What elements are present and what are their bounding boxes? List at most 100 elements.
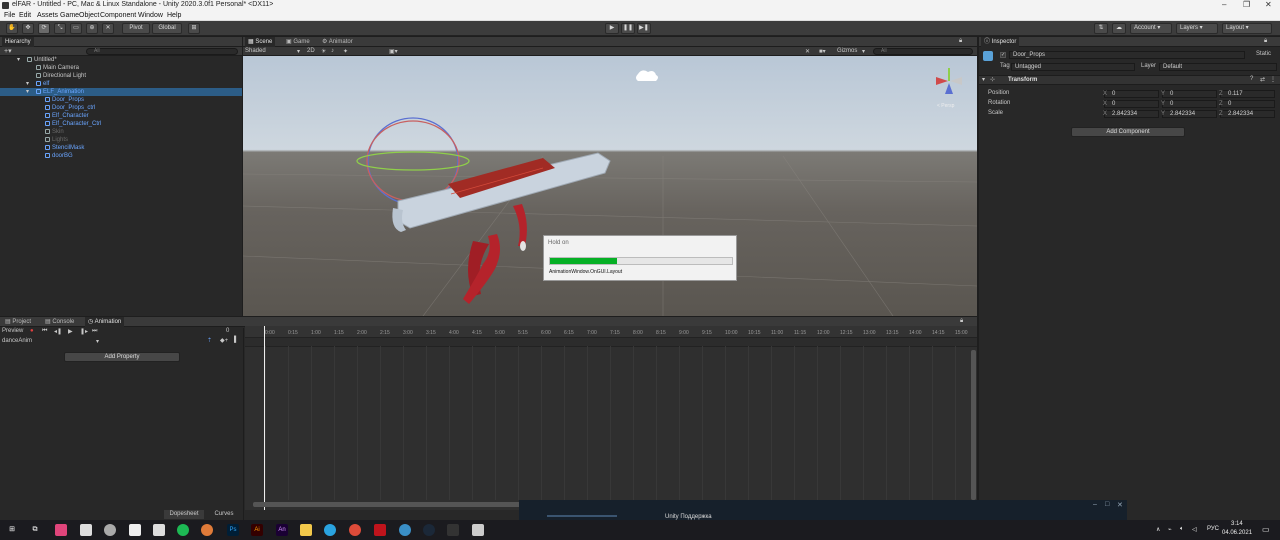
lighting-toggle-icon[interactable]: ☀ — [321, 48, 326, 55]
menu-file[interactable]: File — [4, 12, 15, 19]
play-anim-icon[interactable]: ▶ — [68, 328, 73, 335]
curves-tab[interactable]: Curves — [206, 510, 242, 519]
cloud-icon[interactable]: ☁ — [1112, 23, 1126, 34]
transform-y-field[interactable]: Y 2.842334 — [1161, 110, 1217, 118]
layer-dropdown[interactable]: Default — [1159, 63, 1277, 71]
popup-close-icon[interactable]: ✕ — [1117, 501, 1123, 509]
add-keyframe-icon[interactable]: ◆+ — [220, 337, 228, 344]
app-icon-7[interactable] — [201, 524, 213, 536]
transform-z-field[interactable]: Z0 — [1219, 100, 1275, 108]
frame-number[interactable]: 0 — [226, 328, 229, 334]
telegram-active-icon[interactable] — [399, 524, 411, 536]
popup-maximize-icon[interactable]: □ — [1105, 501, 1109, 508]
pause-button[interactable]: ❚❚ — [621, 23, 635, 34]
transform-x-field[interactable]: X0 — [1103, 100, 1159, 108]
tray-chevron-icon[interactable]: ∧ — [1156, 526, 1160, 533]
last-frame-icon[interactable]: ⏭ — [92, 328, 97, 335]
dopesheet-tab[interactable]: Dopesheet — [164, 510, 204, 519]
close-icon[interactable]: ✕ — [1265, 0, 1272, 9]
foldout-icon[interactable]: ▾ — [982, 76, 985, 83]
step-button[interactable]: ▶❚ — [637, 23, 651, 34]
play-button[interactable]: ▶ — [605, 23, 619, 34]
hierarchy-item[interactable]: Elf_Character_Ctrl — [0, 120, 242, 128]
rotate-tool-icon[interactable]: ⟳ — [38, 23, 50, 34]
popup-minimize-icon[interactable]: – — [1093, 501, 1097, 508]
menu-component[interactable]: Component — [100, 12, 136, 19]
account-dropdown[interactable]: Account ▾ — [1130, 23, 1172, 34]
prev-frame-icon[interactable]: ◂❚ — [54, 328, 62, 335]
foldout-arrow-icon[interactable]: ▾ — [17, 56, 20, 64]
speaker-icon[interactable]: 🔈︎ — [1180, 526, 1184, 533]
minimize-icon[interactable]: – — [1222, 0, 1226, 9]
add-component-button[interactable]: Add Component — [1071, 127, 1185, 137]
tag-dropdown[interactable]: Untagged — [1011, 63, 1135, 71]
next-frame-icon[interactable]: ❚▸ — [80, 328, 88, 335]
preview-toggle[interactable]: Preview — [2, 328, 23, 334]
audio-toggle-icon[interactable]: ♪ — [331, 48, 334, 54]
animation-timeline[interactable]: 0:00 0:15 1:00 1:15 2:00 2:15 3:00 3:15 4:00 4:15… — [245, 326, 977, 510]
menu-edit[interactable]: Edit — [19, 12, 31, 19]
global-button[interactable]: Global — [152, 23, 182, 34]
transform-x-field[interactable]: X0 — [1103, 90, 1159, 98]
inspector-lock-icon[interactable]: 🔒︎ — [1264, 38, 1267, 45]
tab-inspector[interactable]: ⓘ Inspector — [981, 37, 1020, 47]
tab-console[interactable]: ▤ Console — [42, 317, 77, 327]
photoshop-icon[interactable]: Ps — [227, 524, 239, 536]
context-menu-icon[interactable]: ⋮ — [1270, 76, 1276, 83]
add-icon[interactable]: +▾ — [4, 47, 12, 55]
hierarchy-item[interactable]: StencilMask — [0, 144, 242, 152]
layout-dropdown[interactable]: Layout ▾ — [1222, 23, 1272, 34]
app-icon-3[interactable] — [104, 524, 116, 536]
support-popup[interactable]: Unity Поддержка – □ ✕ — [519, 500, 1127, 520]
notepad-icon[interactable] — [80, 524, 92, 536]
menu-help[interactable]: Help — [167, 12, 181, 19]
animation-lock-icon[interactable]: 🔒︎ — [960, 318, 963, 325]
tab-scene[interactable]: ▦ Scene — [245, 37, 276, 47]
telegram-icon[interactable] — [324, 524, 336, 536]
tab-hierarchy[interactable]: Hierarchy — [2, 37, 34, 47]
notifications-icon[interactable]: ▭ — [1262, 525, 1270, 534]
transform-y-field[interactable]: Y0 — [1161, 90, 1217, 98]
hierarchy-item[interactable]: doorBG — [0, 152, 242, 160]
language-indicator[interactable]: РУС — [1207, 526, 1219, 532]
hierarchy-item[interactable]: ▾ Untitled* — [0, 56, 242, 64]
preset-icon[interactable]: ⇄ — [1260, 76, 1265, 83]
foldout-arrow-icon[interactable]: ▾ — [26, 80, 29, 88]
transform-z-field[interactable]: Z 2.842334 — [1219, 110, 1275, 118]
hierarchy-search-input[interactable]: All — [86, 48, 238, 55]
hierarchy-item[interactable]: ▾ elf — [0, 80, 242, 88]
app-icon-1[interactable] — [55, 524, 67, 536]
pivot-button[interactable]: Pivot — [122, 23, 150, 34]
transform-y-field[interactable]: Y0 — [1161, 100, 1217, 108]
gizmos-dropdown[interactable]: Gizmos — [837, 48, 857, 54]
steam-icon[interactable] — [423, 524, 435, 536]
transform-x-field[interactable]: X 2.842334 — [1103, 110, 1159, 118]
first-frame-icon[interactable]: ⏮ — [42, 328, 47, 335]
hierarchy-item[interactable]: Elf_Character — [0, 112, 242, 120]
hierarchy-item[interactable]: Door_Props_ctrl — [0, 104, 242, 112]
collab-icon[interactable]: ⇅ — [1094, 23, 1108, 34]
opera-icon[interactable] — [374, 524, 386, 536]
vertical-scrollbar[interactable] — [971, 350, 976, 500]
2d-toggle[interactable]: 2D — [307, 48, 315, 54]
animate-icon[interactable]: An — [276, 524, 288, 536]
app-icon-19[interactable] — [472, 524, 484, 536]
unity-hub-icon[interactable] — [129, 524, 141, 536]
rect-tool-icon[interactable]: ▭ — [70, 23, 82, 34]
camera-settings-icon[interactable]: ■▾ — [819, 48, 826, 55]
add-property-button[interactable]: Add Property — [64, 352, 180, 362]
clip-dropdown-arrow-icon[interactable]: ▾ — [96, 338, 99, 345]
tools-icon[interactable]: ✕ — [805, 48, 810, 55]
scale-tool-icon[interactable]: ⤡ — [54, 23, 66, 34]
tab-game[interactable]: ▣ Game — [283, 37, 313, 47]
tab-animation[interactable]: ◷ Animation — [85, 317, 125, 327]
explorer-icon[interactable] — [300, 524, 312, 536]
scene-camera-icon[interactable]: ▣▾ — [389, 48, 398, 55]
clip-dropdown[interactable]: danceAnim — [2, 338, 32, 344]
transform-z-field[interactable]: Z 0.117 — [1219, 90, 1275, 98]
hand-tool-icon[interactable]: ✋ — [6, 23, 18, 34]
menu-gameobject[interactable]: GameObject — [60, 12, 99, 19]
record-icon[interactable]: ● — [30, 328, 34, 334]
hierarchy-item[interactable]: Skin — [0, 128, 242, 136]
grid-snap-icon[interactable]: ⊞ — [188, 23, 200, 34]
